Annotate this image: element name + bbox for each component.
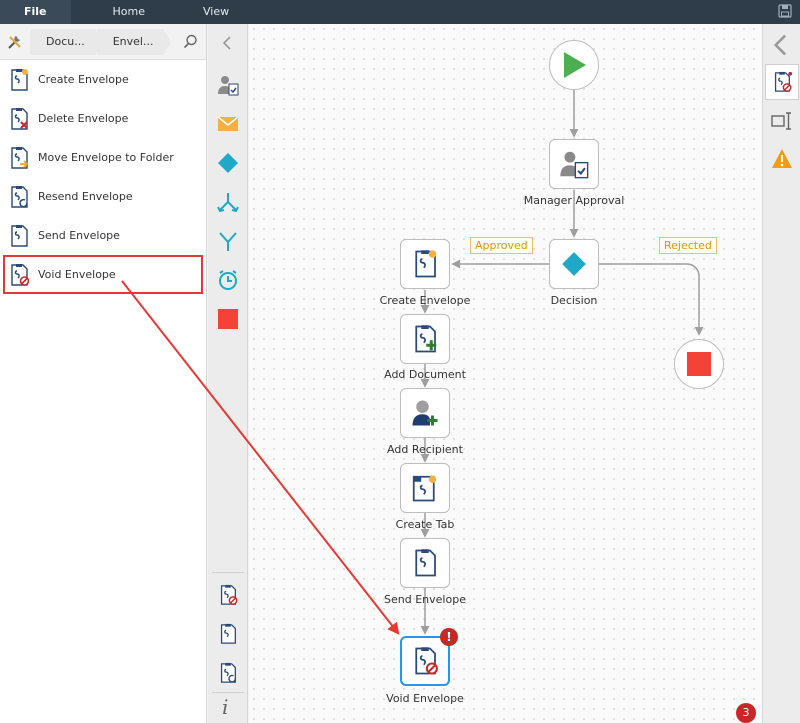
stop-icon[interactable] bbox=[217, 308, 239, 330]
void-envelope-shortcut-icon[interactable] bbox=[217, 584, 239, 606]
manager-approval-node[interactable] bbox=[549, 139, 599, 189]
timer-icon[interactable] bbox=[217, 269, 239, 291]
action-label: Send Envelope bbox=[38, 229, 120, 242]
menu-view[interactable]: View bbox=[189, 0, 243, 24]
action-label: Resend Envelope bbox=[38, 190, 133, 203]
breadcrumb-segment-documents[interactable]: Docu... bbox=[30, 28, 103, 55]
play-icon bbox=[564, 52, 586, 78]
action-label: Create Envelope bbox=[38, 73, 129, 86]
warning-icon[interactable] bbox=[771, 148, 793, 170]
split-icon[interactable] bbox=[217, 191, 239, 213]
action-send-envelope[interactable]: Send Envelope bbox=[0, 216, 206, 255]
notification-count-badge[interactable]: 3 bbox=[736, 703, 756, 723]
send-envelope-shortcut-icon[interactable] bbox=[217, 623, 239, 645]
email-icon[interactable] bbox=[217, 113, 239, 135]
validation-error-badge[interactable]: ! bbox=[440, 628, 458, 646]
action-label: Void Envelope bbox=[38, 268, 116, 281]
data-fields-icon[interactable] bbox=[771, 110, 793, 132]
void-envelope-icon bbox=[8, 263, 30, 286]
stop-icon bbox=[687, 352, 711, 376]
menu-file[interactable]: File bbox=[0, 0, 71, 24]
resend-envelope-icon bbox=[8, 185, 28, 209]
add-recipient-icon bbox=[412, 400, 438, 426]
node-label: Decision bbox=[550, 294, 598, 307]
decision-icon[interactable] bbox=[217, 152, 239, 174]
collapse-right-icon[interactable] bbox=[771, 34, 793, 56]
decision-node[interactable] bbox=[549, 239, 599, 289]
node-label: Create Envelope bbox=[379, 294, 471, 307]
search-icon[interactable] bbox=[183, 34, 198, 49]
add-document-node[interactable] bbox=[400, 314, 450, 364]
palette-divider bbox=[212, 692, 244, 693]
action-label: Delete Envelope bbox=[38, 112, 129, 125]
action-void-envelope[interactable]: Void Envelope bbox=[3, 255, 203, 294]
save-icon[interactable] bbox=[778, 4, 792, 18]
create-tab-icon bbox=[412, 475, 437, 502]
delete-envelope-icon bbox=[8, 107, 28, 131]
node-label: Send Envelope bbox=[384, 593, 466, 606]
send-envelope-node[interactable] bbox=[400, 538, 450, 588]
action-create-envelope[interactable]: Create Envelope bbox=[0, 60, 206, 99]
branch-approved-tag[interactable]: Approved bbox=[470, 237, 533, 254]
send-envelope-icon bbox=[8, 224, 30, 248]
move-envelope-icon bbox=[8, 146, 29, 170]
node-label: Add Document bbox=[384, 368, 466, 381]
left-panel: Docu... Envel... Create Envelope Delete … bbox=[0, 24, 207, 723]
action-resend-envelope[interactable]: Resend Envelope bbox=[0, 177, 206, 216]
node-label: Add Recipient bbox=[387, 443, 463, 456]
action-delete-envelope[interactable]: Delete Envelope bbox=[0, 99, 206, 138]
approval-task-icon[interactable] bbox=[217, 74, 239, 96]
activity-palette: i bbox=[208, 24, 248, 723]
breadcrumb-segment-envelopes[interactable]: Envel... bbox=[96, 28, 172, 55]
add-document-icon bbox=[411, 324, 437, 354]
create-envelope-icon bbox=[411, 249, 437, 279]
info-icon[interactable]: i bbox=[222, 695, 228, 719]
stop-node[interactable] bbox=[674, 339, 724, 389]
approval-task-icon bbox=[560, 151, 589, 179]
workflow-canvas[interactable]: Manager Approval Decision Approved Rejec… bbox=[249, 24, 762, 723]
tools-icon[interactable] bbox=[7, 34, 23, 50]
node-label: Manager Approval bbox=[523, 194, 625, 207]
action-label: Move Envelope to Folder bbox=[38, 151, 174, 164]
node-label: Create Tab bbox=[395, 518, 455, 531]
void-envelope-properties-icon[interactable] bbox=[771, 71, 793, 93]
create-envelope-node[interactable] bbox=[400, 239, 450, 289]
decision-icon bbox=[562, 252, 586, 276]
send-envelope-icon bbox=[411, 548, 439, 578]
start-node[interactable] bbox=[549, 40, 599, 90]
action-list: Create Envelope Delete Envelope Move Env… bbox=[0, 60, 206, 294]
menu-home[interactable]: Home bbox=[99, 0, 159, 24]
branch-rejected-tag[interactable]: Rejected bbox=[659, 237, 717, 254]
menu-bar: File Home View bbox=[0, 0, 800, 24]
right-rail bbox=[762, 24, 800, 723]
node-label: Void Envelope bbox=[386, 692, 464, 705]
merge-icon[interactable] bbox=[217, 230, 239, 252]
action-move-envelope[interactable]: Move Envelope to Folder bbox=[0, 138, 206, 177]
palette-divider bbox=[212, 572, 244, 573]
breadcrumb: Docu... Envel... bbox=[0, 24, 206, 60]
collapse-left-icon[interactable] bbox=[222, 36, 234, 50]
create-tab-node[interactable] bbox=[400, 463, 450, 513]
resend-envelope-shortcut-icon[interactable] bbox=[217, 662, 239, 684]
create-envelope-icon bbox=[8, 68, 28, 92]
void-envelope-icon bbox=[411, 646, 438, 675]
add-recipient-node[interactable] bbox=[400, 388, 450, 438]
